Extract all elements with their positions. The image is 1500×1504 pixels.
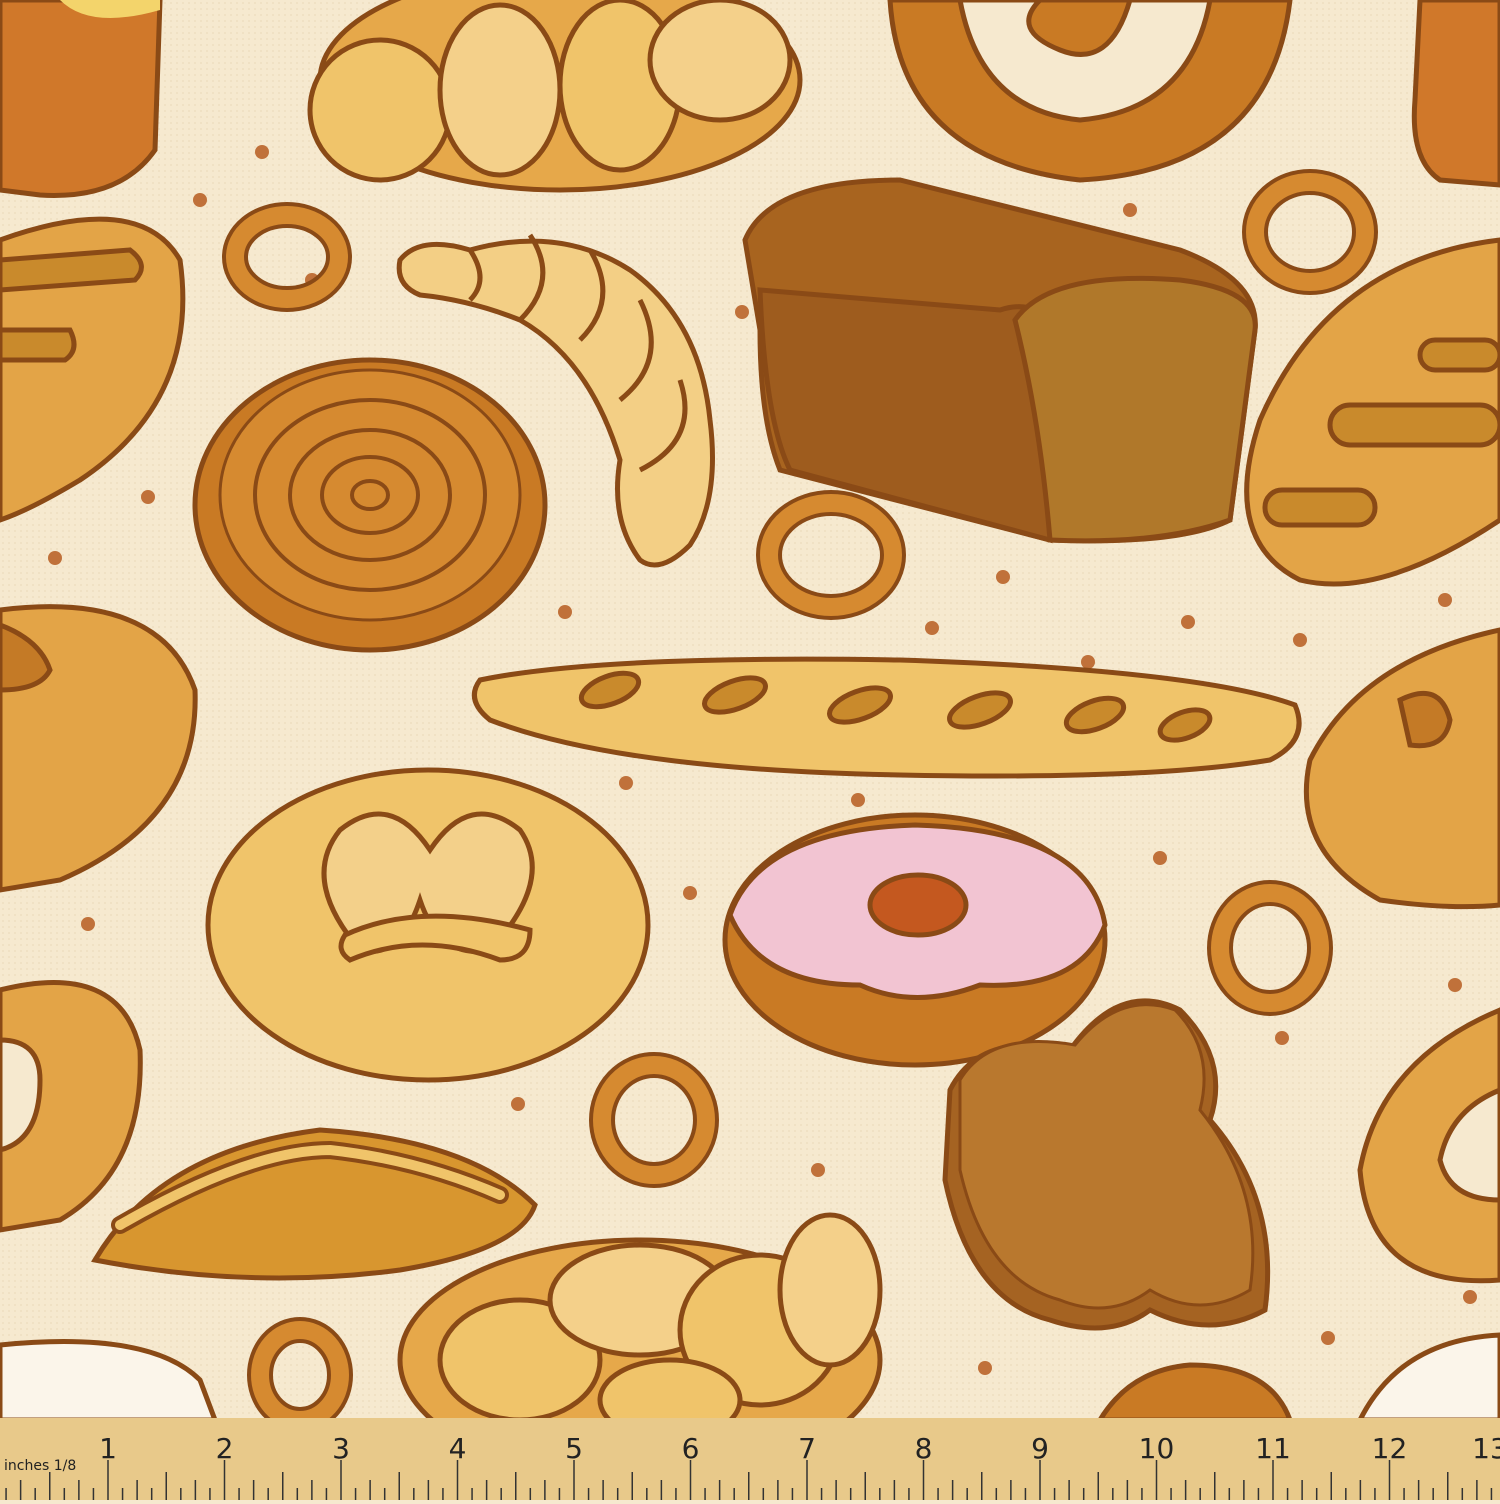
crumb-dot [48,551,62,565]
crumb-dot [735,305,749,319]
cake-top-left [0,0,163,198]
crumb-dot [81,917,95,931]
pretzel-bun [205,767,651,1083]
ruler-number: 5 [565,1432,583,1465]
ruler-number: 1 [99,1432,117,1465]
measurement-ruler: 1 2 3 4 5 6 7 8 9 10 11 12 13 inches 1/8 [0,1418,1500,1500]
crumb-dot [1293,633,1307,647]
crumb-dot [1275,1031,1289,1045]
ruler-number: 7 [798,1432,816,1465]
crumb-dot [1081,655,1095,669]
crumb-dot [1321,1331,1335,1345]
ruler-number: 10 [1138,1432,1175,1465]
ruler-number: 2 [215,1432,234,1465]
crumb-dot [1463,1290,1477,1304]
crumb-dot [619,776,633,790]
ruler-unit-label: inches 1/8 [4,1458,77,1474]
ruler-number: 4 [448,1432,467,1465]
crumb-dot [1123,203,1137,217]
crumb-dot [1181,615,1195,629]
crumb-dot [558,605,572,619]
bakery-pattern-canvas [0,0,1500,1500]
ruler-number: 3 [332,1432,350,1465]
crumb-dot [141,490,155,504]
ruler-number: 12 [1371,1432,1408,1465]
cinnamon-roll [192,357,548,653]
crumb-dot [511,1097,525,1111]
crumb-dot [1438,593,1452,607]
ruler-number: 9 [1031,1432,1049,1465]
ruler-number: 11 [1255,1432,1291,1465]
crumb-dot [851,793,865,807]
cake-top-right [1411,0,1500,188]
crumb-dot [255,145,269,159]
crumb-dot [978,1361,992,1375]
crumb-dot [193,193,207,207]
crumb-dot [1153,851,1167,865]
crumb-dot [996,570,1010,584]
ruler-number: 13 [1472,1432,1500,1465]
braided-bun-top [307,0,803,193]
crumb-dot [683,886,697,900]
pink-donut [722,812,1108,1068]
ruler-number: 6 [681,1432,700,1465]
ruler-number: 8 [914,1432,933,1465]
crumb-dot [925,621,939,635]
crumb-dot [811,1163,825,1177]
crumb-dot [1448,978,1462,992]
